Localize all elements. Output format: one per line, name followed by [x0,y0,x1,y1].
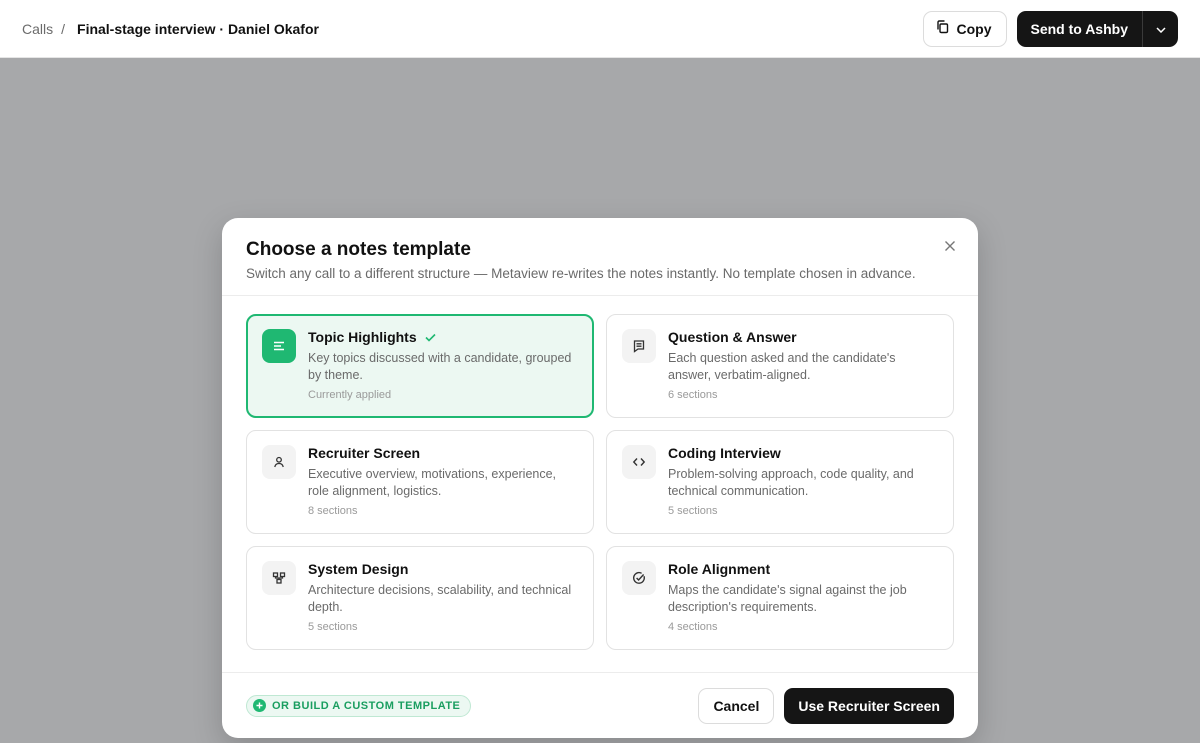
template-description: Each question asked and the candidate's … [668,351,896,382]
person-icon [262,445,296,479]
breadcrumb: Calls / Final-stage interview · Daniel O… [22,21,319,37]
template-title: System Design [308,561,409,577]
copy-icon [936,20,949,37]
template-card-recruiter-screen[interactable]: Recruiter Screen Executive overview, mot… [246,430,594,534]
build-custom-template-label: OR BUILD A CUSTOM TEMPLATE [272,699,461,712]
check-circle-icon [622,561,656,595]
build-custom-template-button[interactable]: OR BUILD A CUSTOM TEMPLATE [246,694,472,717]
template-section-count: 5 sections [308,621,358,633]
list-icon [262,329,296,363]
checkmark-icon [425,328,436,347]
template-title: Recruiter Screen [308,445,421,461]
template-title: Role Alignment [668,561,771,577]
copy-button[interactable]: Copy [922,10,1007,47]
plus-icon [253,699,266,712]
modal-footer: OR BUILD A CUSTOM TEMPLATE Cancel Use Re… [222,672,978,738]
breadcrumb-current-page: Final-stage interview · Daniel Okafor [77,20,319,37]
template-grid: Topic Highlights Key topics discussed wi… [246,314,954,650]
template-title: Coding Interview [668,445,781,461]
template-section-count: 5 sections [668,505,718,517]
template-section-count: 6 sections [668,389,718,401]
template-status: Currently applied [308,389,392,401]
cancel-button[interactable]: Cancel [698,687,775,724]
template-title: Question & Answer [668,329,797,345]
template-description: Key topics discussed with a candidate, g… [308,351,572,382]
send-to-ashby-label: Send to Ashby [1030,20,1129,37]
notes-template-modal: Choose a notes template Switch any call … [222,218,978,738]
template-card-role-alignment[interactable]: Role Alignment Maps the candidate's sign… [606,546,954,650]
modal-title: Choose a notes template [246,239,471,260]
chevron-down-icon [1155,20,1166,38]
breadcrumb-calls-link[interactable]: Calls [22,21,53,37]
template-description: Architecture decisions, scalability, and… [308,583,572,614]
use-template-button[interactable]: Use Recruiter Screen [784,687,954,724]
send-to-ashby-button[interactable]: Send to Ashby [1017,11,1143,47]
template-card-coding-interview[interactable]: Coding Interview Problem-solving approac… [606,430,954,534]
template-card-system-design[interactable]: System Design Architecture decisions, sc… [246,546,594,650]
modal-header: Choose a notes template Switch any call … [222,218,978,296]
template-title: Topic Highlights [308,329,417,345]
copy-button-label: Copy [956,20,992,37]
diagram-icon [262,561,296,595]
template-card-topic-highlights[interactable]: Topic Highlights Key topics discussed wi… [246,314,594,418]
top-bar: Calls / Final-stage interview · Daniel O… [0,0,1200,58]
template-description: Problem-solving approach, code quality, … [668,467,914,498]
close-icon[interactable] [942,238,958,254]
message-icon [622,329,656,363]
code-icon [622,445,656,479]
send-options-dropdown[interactable] [1142,10,1178,47]
template-description: Executive overview, motivations, experie… [308,467,557,498]
send-to-ashby-split-button: Send to Ashby [1016,10,1178,47]
template-description: Maps the candidate's signal against the … [668,583,907,614]
breadcrumb-separator: / [61,20,66,37]
template-card-question-answer[interactable]: Question & Answer Each question asked an… [606,314,954,418]
template-section-count: 4 sections [668,621,718,633]
template-section-count: 8 sections [308,505,358,517]
modal-subtitle: Switch any call to a different structure… [246,266,916,281]
